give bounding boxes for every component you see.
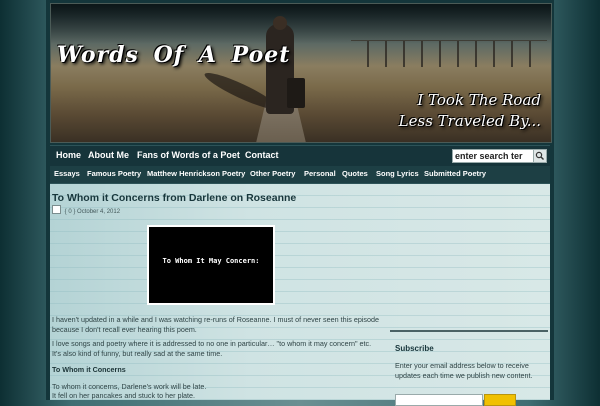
email-field[interactable] [395, 394, 483, 406]
post-subheading: To Whom it Concerns [52, 365, 126, 374]
post-image: To Whom It May Concern: [147, 225, 275, 305]
nav-about-me[interactable]: About Me [88, 150, 129, 160]
cat-essays[interactable]: Essays [54, 169, 80, 178]
search-button[interactable] [533, 149, 547, 163]
banner-sky [51, 4, 551, 44]
post-paragraph-2: I love songs and poetry where it is addr… [52, 339, 372, 358]
site-title[interactable]: Words Of A Poet [57, 42, 290, 68]
subscribe-text: Enter your email address below to receiv… [395, 361, 533, 380]
cat-famous-poetry[interactable]: Famous Poetry [87, 169, 141, 178]
cat-song-lyrics[interactable]: Song Lyrics [376, 169, 419, 178]
cat-matthew-henrickson-poetry[interactable]: Matthew Henrickson Poetry [147, 169, 245, 178]
tagline-line-1: I Took The Road [417, 91, 541, 109]
search-input[interactable]: enter search ter [452, 149, 534, 163]
nav-fans[interactable]: Fans of Words of a Poet [137, 150, 240, 160]
cat-quotes[interactable]: Quotes [342, 169, 368, 178]
nav-contact[interactable]: Contact [245, 150, 279, 160]
site-tagline: I Took The Road Less Traveled By... [371, 90, 541, 132]
subscribe-title: Subscribe [395, 344, 434, 353]
post-title[interactable]: To Whom it Concerns from Darlene on Rose… [52, 192, 296, 204]
main-navigation: Home About Me Fans of Words of a Poet Co… [50, 145, 550, 167]
cat-other-poetry[interactable]: Other Poetry [250, 169, 295, 178]
search-icon [535, 151, 544, 160]
banner-suitcase [287, 78, 305, 108]
nav-home[interactable]: Home [56, 150, 81, 160]
content-area: To Whom it Concerns from Darlene on Rose… [50, 184, 550, 406]
post-date: October 4, 2012 [77, 209, 121, 215]
category-navigation: Essays Famous Poetry Matthew Henrickson … [50, 166, 550, 184]
sidebar-divider [390, 330, 548, 332]
banner-fence [351, 40, 547, 67]
post-meta: { 0 } October 4, 2012 [52, 205, 120, 215]
subscribe-button[interactable] [484, 394, 516, 406]
post-image-caption: To Whom It May Concern: [162, 257, 260, 265]
tagline-line-2: Less Traveled By... [398, 112, 541, 130]
page-wrapper: Words Of A Poet I Took The Road Less Tra… [46, 0, 554, 406]
comment-icon [52, 205, 61, 214]
cat-personal[interactable]: Personal [304, 169, 336, 178]
header-banner: Words Of A Poet I Took The Road Less Tra… [50, 3, 552, 143]
post-paragraph-1: I haven't updated in a while and I was w… [52, 315, 379, 334]
cat-submitted-poetry[interactable]: Submitted Poetry [424, 169, 486, 178]
banner-traveler-head [273, 16, 287, 30]
comment-count[interactable]: { 0 } [65, 209, 76, 215]
